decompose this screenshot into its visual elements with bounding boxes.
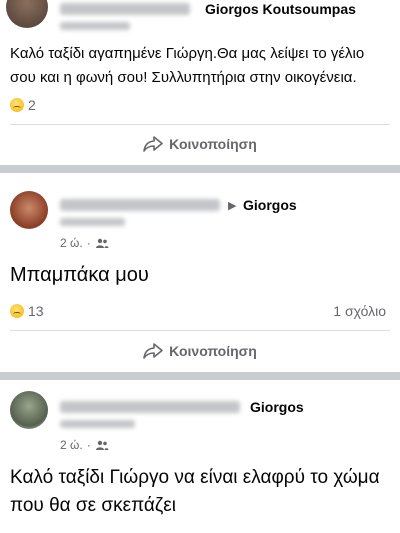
blurred-author-name — [60, 401, 240, 413]
post-card: Giorgos 2 ώ. · Καλό ταξίδι Γιώργο να είν… — [0, 380, 400, 533]
avatar[interactable] — [10, 391, 48, 429]
to-arrow-icon: ▶ — [228, 200, 237, 212]
post-target-name[interactable]: Giorgos — [243, 197, 297, 213]
blurred-meta — [60, 22, 130, 30]
share-arrow-icon — [143, 136, 163, 152]
separator: · — [86, 438, 91, 452]
post-text: Καλό ταξίδι αγαπημένε Γιώργη.Θα μας λείψ… — [10, 45, 365, 86]
post-text: Μπαμπάκα μου — [10, 264, 149, 286]
divider — [10, 330, 390, 331]
sad-face-icon — [10, 98, 24, 112]
separator: · — [86, 236, 91, 250]
reaction-count: 2 — [28, 97, 36, 113]
blurred-group-name — [60, 218, 125, 226]
avatar[interactable] — [10, 191, 48, 229]
share-arrow-icon — [143, 343, 163, 359]
share-label: Κοινοποίηση — [169, 136, 257, 152]
share-label: Κοινοποίηση — [169, 343, 257, 359]
post-text: Καλό ταξίδι Γιώργο να είναι ελαφρύ το χώ… — [10, 467, 380, 516]
post-meta: 2 ώ. · — [60, 236, 109, 250]
reaction-count: 13 — [28, 303, 44, 319]
post-target-name[interactable]: Giorgos Koutsoumpas — [205, 1, 356, 17]
comment-count[interactable]: 1 σχόλιο — [333, 303, 386, 319]
reaction-summary[interactable]: 2 — [10, 97, 36, 113]
share-button[interactable]: Κοινοποίηση — [0, 343, 400, 359]
post-target-name[interactable]: Giorgos — [250, 399, 304, 415]
post-card: Giorgos Koutsoumpas Καλό ταξίδι αγαπημέν… — [0, 0, 400, 165]
divider — [10, 124, 390, 125]
avatar[interactable] — [6, 0, 48, 28]
blurred-group-name — [60, 420, 135, 428]
reaction-summary[interactable]: 13 — [10, 303, 44, 319]
post-time[interactable]: 2 ώ. — [60, 236, 83, 250]
friends-icon — [95, 238, 109, 248]
post-time[interactable]: 2 ώ. — [60, 438, 83, 452]
post-meta: 2 ώ. · — [60, 438, 109, 452]
blurred-author-name — [60, 3, 190, 15]
share-button[interactable]: Κοινοποίηση — [0, 136, 400, 152]
blurred-author-name — [60, 199, 220, 211]
post-card: ▶ Giorgos 2 ώ. · Μπαμπάκα μου 13 1 σχόλι… — [0, 173, 400, 372]
sad-face-icon — [10, 304, 24, 318]
friends-icon — [95, 440, 109, 450]
